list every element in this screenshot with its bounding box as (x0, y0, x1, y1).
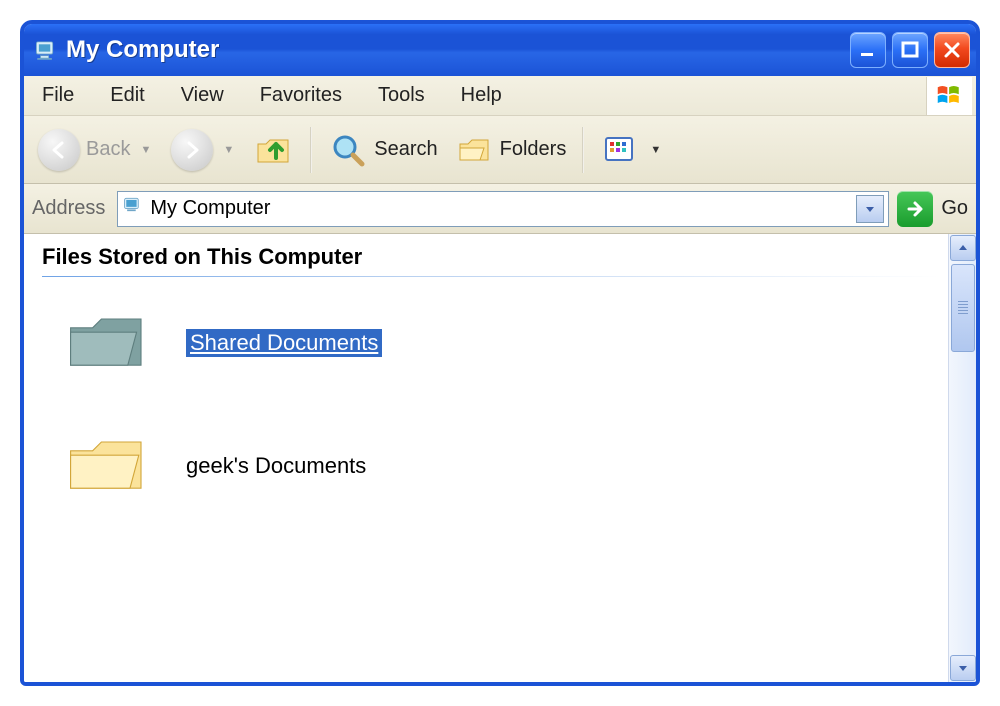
section-rule (42, 276, 940, 277)
folder-icon (64, 428, 152, 503)
forward-arrow-icon (171, 129, 213, 171)
back-button[interactable]: Back ▼ (32, 125, 161, 175)
window: My Computer File Edit View Favorites Too… (20, 20, 980, 686)
item-label: Shared Documents (186, 329, 382, 357)
scroll-thumb[interactable] (951, 264, 975, 352)
menu-favorites[interactable]: Favorites (242, 76, 360, 115)
back-label: Back (86, 138, 130, 161)
toolbar: Back ▼ ▼ Search (24, 116, 976, 184)
scroll-up-button[interactable] (950, 235, 976, 261)
address-value: My Computer (146, 197, 856, 220)
back-arrow-icon (38, 129, 80, 171)
search-label: Search (374, 138, 437, 161)
menu-edit[interactable]: Edit (92, 76, 162, 115)
address-label: Address (32, 197, 105, 220)
content-pane[interactable]: Files Stored on This Computer Shared Doc… (24, 234, 948, 682)
address-dropdown-button[interactable] (856, 195, 884, 223)
maximize-button[interactable] (892, 32, 928, 68)
list-item[interactable]: geek's Documents (64, 428, 948, 503)
vertical-scrollbar[interactable] (948, 234, 976, 682)
toolbar-separator-2 (582, 127, 584, 173)
menu-help[interactable]: Help (443, 76, 520, 115)
folder-up-icon (254, 130, 294, 170)
section-header: Files Stored on This Computer (24, 234, 948, 274)
item-label: geek's Documents (186, 453, 366, 479)
menu-tools[interactable]: Tools (360, 76, 443, 115)
up-button[interactable] (248, 126, 300, 174)
go-label: Go (941, 197, 968, 220)
folders-label: Folders (500, 138, 567, 161)
views-icon (600, 130, 640, 170)
toolbar-separator (310, 127, 312, 173)
address-field[interactable]: My Computer (117, 191, 889, 227)
minimize-button[interactable] (850, 32, 886, 68)
search-button[interactable]: Search (322, 126, 443, 174)
forward-button[interactable]: ▼ (165, 125, 244, 175)
address-bar: Address My Computer Go (24, 184, 976, 234)
menu-view[interactable]: View (163, 76, 242, 115)
shared-folder-icon (64, 305, 152, 380)
list-item[interactable]: Shared Documents (64, 305, 948, 380)
scroll-down-button[interactable] (950, 655, 976, 681)
close-button[interactable] (934, 32, 970, 68)
menubar: File Edit View Favorites Tools Help (24, 76, 976, 116)
my-computer-icon (34, 37, 60, 63)
forward-dropdown-icon[interactable]: ▼ (223, 144, 234, 156)
menu-file[interactable]: File (24, 76, 92, 115)
views-dropdown-icon[interactable]: ▼ (650, 144, 661, 156)
views-button[interactable]: ▼ (594, 126, 671, 174)
windows-logo-icon[interactable] (926, 77, 972, 115)
go-button[interactable] (897, 191, 933, 227)
folders-icon (454, 130, 494, 170)
window-title: My Computer (66, 36, 850, 64)
folders-button[interactable]: Folders (448, 126, 573, 174)
titlebar: My Computer (24, 24, 976, 76)
back-dropdown-icon[interactable]: ▼ (140, 144, 151, 156)
search-icon (328, 130, 368, 170)
address-icon (122, 194, 146, 224)
